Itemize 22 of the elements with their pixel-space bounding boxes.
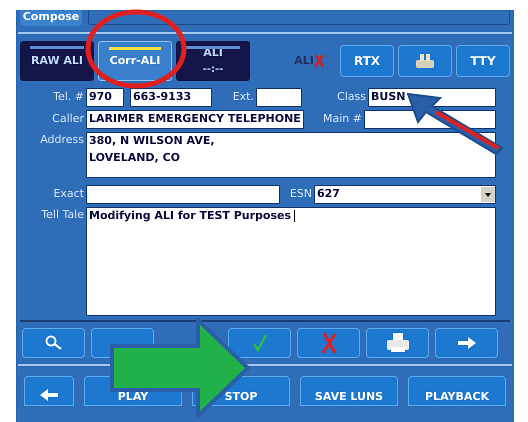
toolbar-button[interactable]: TTY [456,45,510,77]
control-button[interactable]: SAVE LUNS [300,376,398,406]
field-label: Exact [52,186,84,202]
compose-button[interactable]: Compose [20,10,82,26]
caller-field[interactable]: LARIMER EMERGENCY TELEPHONE [86,110,304,129]
field-label: Ext. [232,89,254,106]
field-label: Caller [51,111,84,128]
tel-number-field[interactable]: 663-9133 [130,88,212,107]
field-label: Class [336,89,366,106]
tab[interactable]: RAW ALI [20,41,94,81]
field-label: Address [39,132,84,148]
field-label: Tel. # [52,89,84,106]
field-label: ESN [288,186,312,202]
tab[interactable]: Corr-ALI [98,41,172,81]
field-label: Tell Tale [40,207,84,223]
toolbar-button[interactable]: RTX [340,45,394,77]
tel-area-field[interactable]: 970 [86,88,124,107]
control-button[interactable]: PLAYBACK [408,376,506,406]
address-field[interactable]: 380, N WILSON AVE, LOVELAND, CO [86,132,496,178]
esn-dropdown[interactable]: 627 [314,185,496,204]
tell-tale-field[interactable]: Modifying ALI for TEST Purposes [86,207,496,316]
field-label: Main # [322,111,362,128]
